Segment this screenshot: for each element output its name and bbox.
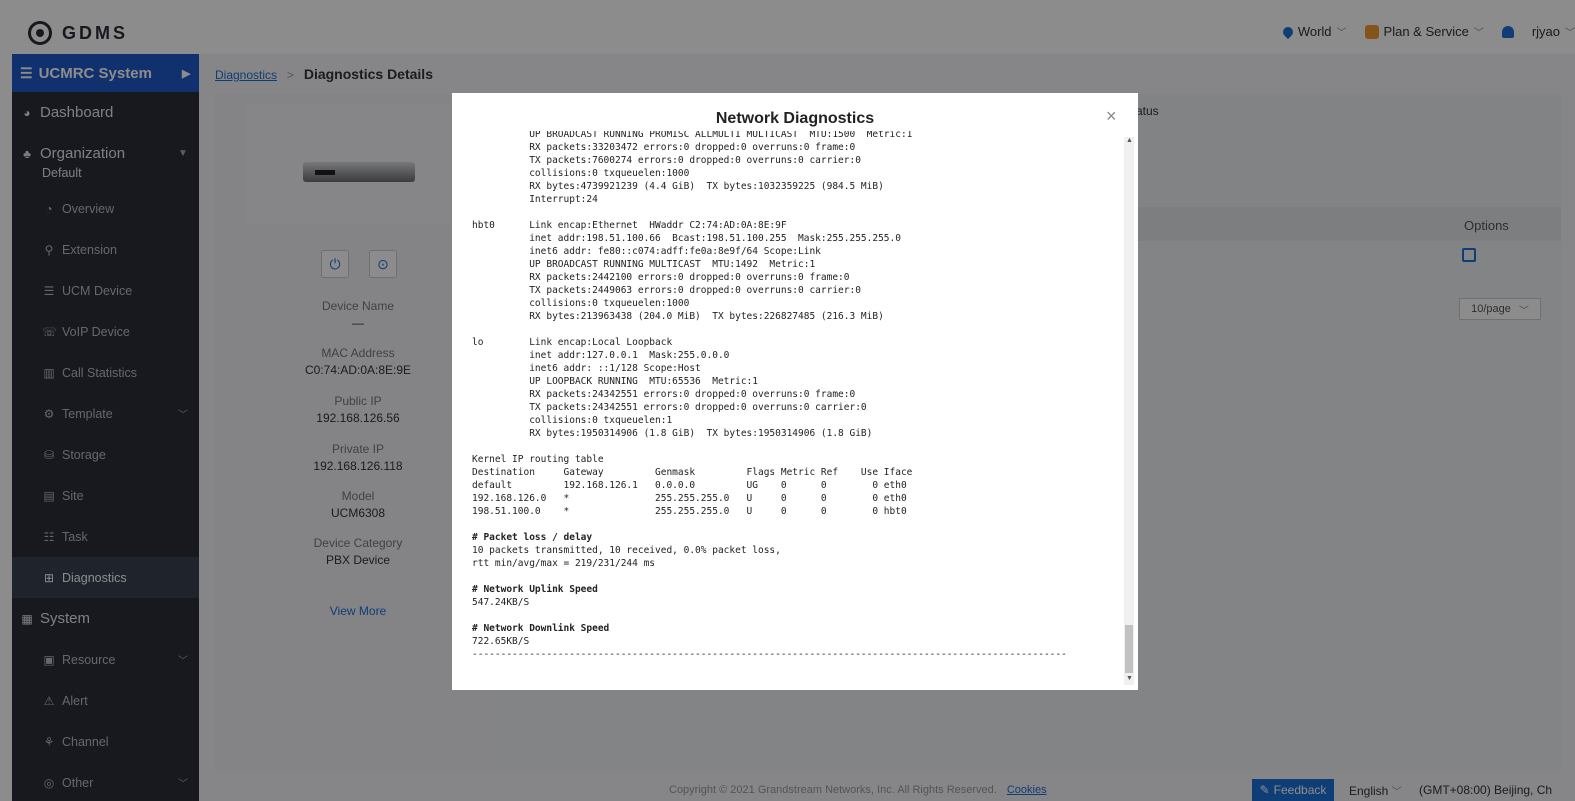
vertical-scrollbar[interactable]: ▲ ▼ <box>1124 137 1134 685</box>
log-line: inet6 addr: ::1/128 Scope:Host <box>472 363 701 374</box>
log-line: collisions:0 txqueuelen:1 <box>472 415 673 426</box>
log-line: ----------------------------------------… <box>472 649 1067 660</box>
log-line: RX bytes:1950314906 (1.8 GiB) TX bytes:1… <box>472 428 873 439</box>
log-line: Interrupt:24 <box>472 194 598 205</box>
log-line: RX bytes:213963438 (204.0 MiB) TX bytes:… <box>472 311 884 322</box>
log-line: Destination Gateway Genmask Flags Metric… <box>472 467 913 478</box>
log-line: RX packets:33203472 errors:0 dropped:0 o… <box>472 142 856 153</box>
log-line: TX packets:2449063 errors:0 dropped:0 ov… <box>472 285 861 296</box>
log-line: RX bytes:4739921239 (4.4 GiB) TX bytes:1… <box>472 181 884 192</box>
log-line: TX packets:7600274 errors:0 dropped:0 ov… <box>472 155 861 166</box>
log-line: UP LOOPBACK RUNNING MTU:65536 Metric:1 <box>472 376 758 387</box>
log-line: 722.65KB/S <box>472 636 530 647</box>
log-line: Kernel IP routing table <box>472 454 604 465</box>
modal-overlay[interactable]: Network Diagnostics × UP BROADCAST RUNNI… <box>0 0 1575 801</box>
log-line: collisions:0 txqueuelen:1000 <box>472 168 690 179</box>
scrollbar-thumb[interactable] <box>1125 625 1133 673</box>
diagnostics-output[interactable]: UP BROADCAST RUNNING PROMISC ALLMULTI MU… <box>472 131 1122 674</box>
log-line: # Network Downlink Speed <box>472 623 610 634</box>
log-line: default 192.168.126.1 0.0.0.0 UG 0 0 0 e… <box>472 480 907 491</box>
diagnostics-log: UP BROADCAST RUNNING PROMISC ALLMULTI MU… <box>472 131 1122 661</box>
log-line: inet addr:198.51.100.66 Bcast:198.51.100… <box>472 233 901 244</box>
log-line: UP BROADCAST RUNNING MULTICAST MTU:1492 … <box>472 259 816 270</box>
scroll-up-arrow-icon[interactable]: ▲ <box>1126 137 1133 144</box>
log-line: inet addr:127.0.0.1 Mask:255.0.0.0 <box>472 350 730 361</box>
log-line: 547.24KB/S <box>472 597 530 608</box>
log-line: inet6 addr: fe80::c074:adff:fe0a:8e9f/64… <box>472 246 821 257</box>
log-line: rtt min/avg/max = 219/231/244 ms <box>472 558 656 569</box>
log-line: # Packet loss / delay <box>472 532 593 543</box>
log-line: # Network Uplink Speed <box>472 584 598 595</box>
log-line: 10 packets transmitted, 10 received, 0.0… <box>472 545 781 556</box>
log-line: TX packets:24342551 errors:0 dropped:0 o… <box>472 402 867 413</box>
network-diagnostics-dialog: Network Diagnostics × UP BROADCAST RUNNI… <box>452 93 1138 690</box>
log-line: UP BROADCAST RUNNING PROMISC ALLMULTI MU… <box>472 131 913 140</box>
dialog-title: Network Diagnostics <box>715 110 875 127</box>
close-icon[interactable]: × <box>1106 106 1117 127</box>
log-line: lo Link encap:Local Loopback <box>472 337 673 348</box>
log-line: RX packets:24342551 errors:0 dropped:0 o… <box>472 389 856 400</box>
log-line: RX packets:2442100 errors:0 dropped:0 ov… <box>472 272 850 283</box>
log-line: 198.51.100.0 * 255.255.255.0 U 0 0 0 hbt… <box>472 506 907 517</box>
log-line: collisions:0 txqueuelen:1000 <box>472 298 690 309</box>
log-line: 192.168.126.0 * 255.255.255.0 U 0 0 0 et… <box>472 493 907 504</box>
log-line: hbt0 Link encap:Ethernet HWaddr C2:74:AD… <box>472 220 787 231</box>
scroll-down-arrow-icon[interactable]: ▼ <box>1126 675 1133 682</box>
